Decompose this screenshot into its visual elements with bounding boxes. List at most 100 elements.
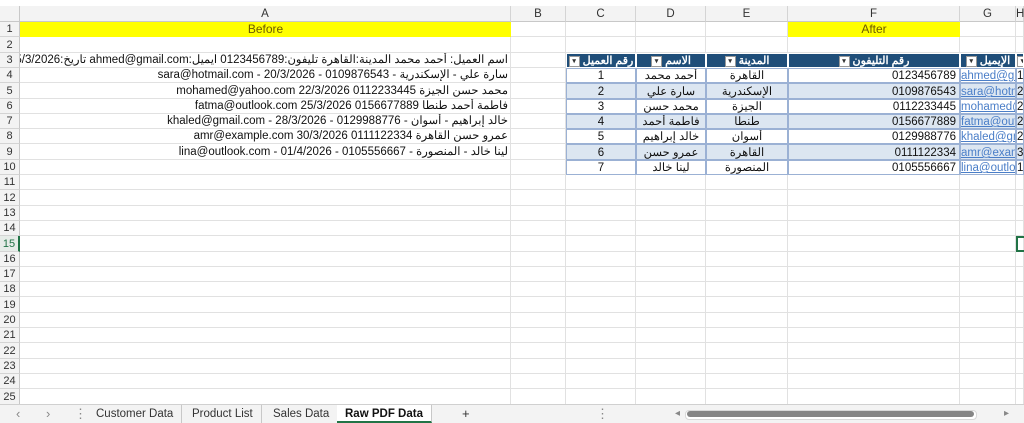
raw-data-line[interactable]: سارة علي - الإسكندرية - 0109876543 - 20/… [20, 68, 511, 83]
table-cell-date: 28/3/2026 [1016, 129, 1024, 144]
table-header-city[interactable]: ▾ المدينة [706, 53, 788, 68]
table-header-label: الإيميل [979, 55, 1011, 67]
row-header-16[interactable]: 16 [0, 252, 20, 267]
table-cell-email[interactable]: fatma@outlook.com [960, 114, 1016, 129]
scroll-left-icon[interactable]: ◂ [675, 405, 680, 423]
after-label: After [788, 22, 960, 37]
table-header-phone[interactable]: ▾ رقم التليفون [788, 53, 960, 68]
select-all-corner[interactable] [0, 6, 20, 22]
more-options-icon[interactable]: ⋮ [74, 405, 87, 423]
row-header-7[interactable]: 7 [0, 114, 20, 129]
table-cell-date: 15/3/2026 [1016, 68, 1024, 83]
table-cell-email[interactable]: amr@example.com [960, 144, 1016, 160]
scroll-right-icon[interactable]: ▸ [1004, 405, 1009, 423]
row-header-6[interactable]: 6 [0, 99, 20, 114]
column-header-e[interactable]: E [706, 6, 788, 22]
row-header-17[interactable]: 17 [0, 267, 20, 282]
raw-data-line[interactable]: عمرو حسن القاهرة 0111122334 30/3/2026 am… [20, 129, 511, 144]
row-header-12[interactable]: 12 [0, 190, 20, 206]
row-header-23[interactable]: 23 [0, 359, 20, 374]
filter-dropdown-icon[interactable]: ▾ [965, 55, 977, 67]
row-header-20[interactable]: 20 [0, 313, 20, 328]
column-header-h[interactable]: H [1016, 6, 1024, 22]
raw-data-line[interactable]: لينا خالد - المنصورة - 0105556667 - 01/4… [20, 144, 511, 160]
row-header-13[interactable]: 13 [0, 206, 20, 221]
row-header-21[interactable]: 21 [0, 328, 20, 343]
selected-cell[interactable] [1016, 236, 1024, 252]
table-header-id[interactable]: ▾ رقم العميل [566, 53, 636, 68]
row-header-5[interactable]: 5 [0, 83, 20, 99]
gridline-horizontal [20, 205, 1024, 206]
table-cell-city: الجيزة [706, 99, 788, 114]
table-cell-email[interactable]: ahmed@gmail.com [960, 68, 1016, 83]
row-header-2[interactable]: 2 [0, 37, 20, 53]
gridline-horizontal [20, 327, 1024, 328]
row-header-11[interactable]: 11 [0, 175, 20, 190]
tab-raw-pdf-data[interactable]: Raw PDF Data [337, 405, 432, 423]
row-header-18[interactable]: 18 [0, 282, 20, 297]
prev-sheet-icon[interactable]: ‹ [16, 405, 20, 423]
gridline-horizontal [20, 388, 1024, 389]
gridline-horizontal [20, 235, 1024, 236]
column-header-b[interactable]: B [511, 6, 566, 22]
tab-customer-data[interactable]: Customer Data [88, 405, 183, 423]
table-cell-email[interactable]: sara@hotmail.com [960, 83, 1016, 99]
column-header-f[interactable]: F [788, 6, 960, 22]
raw-data-line[interactable]: محمد حسن الجيزة 0112233445 22/3/2026 moh… [20, 83, 511, 99]
table-cell-id: 4 [566, 114, 636, 129]
gridline-horizontal [20, 266, 1024, 267]
raw-data-line[interactable]: اسم العميل: أحمد محمد المدينة:القاهرة تل… [20, 53, 511, 68]
table-cell-date: 30/3/2026 [1016, 144, 1024, 160]
table-cell-city: أسوان [706, 129, 788, 144]
row-header-1[interactable]: 1 [0, 22, 20, 37]
column-header-c[interactable]: C [566, 6, 636, 22]
row-header-25[interactable]: 25 [0, 389, 20, 404]
tab-sales-data[interactable]: Sales Data [265, 405, 339, 423]
table-cell-email[interactable]: mohamed@yahoo.com [960, 99, 1016, 114]
next-sheet-icon[interactable]: › [46, 405, 50, 423]
filter-dropdown-icon[interactable]: ▾ [651, 55, 663, 67]
add-sheet-button[interactable]: + [462, 405, 470, 423]
filter-dropdown-icon[interactable]: ▾ [838, 55, 850, 67]
table-cell-date: 1/4/2026 [1016, 160, 1024, 175]
table-cell-email[interactable]: lina@outlook.com [960, 160, 1016, 175]
raw-data-line[interactable]: فاطمة أحمد طنطا 0156677889 25/3/2026 fat… [20, 99, 511, 114]
gridline-horizontal [20, 312, 1024, 313]
row-header-10[interactable]: 10 [0, 160, 20, 175]
column-header-g[interactable]: G [960, 6, 1016, 22]
table-header-email[interactable]: ▾ الإيميل [960, 53, 1016, 68]
column-header-d[interactable]: D [636, 6, 706, 22]
horizontal-scrollbar-thumb[interactable] [687, 411, 974, 417]
row-header-24[interactable]: 24 [0, 374, 20, 389]
filter-dropdown-icon[interactable]: ▾ [1017, 55, 1023, 67]
table-cell-name: لينا خالد [636, 160, 706, 175]
table-header-name[interactable]: ▾ الاسم [636, 53, 706, 68]
row-header-3[interactable]: 3 [0, 53, 20, 68]
raw-data-line[interactable]: خالد إبراهيم - أسوان - 0129988776 - 28/3… [20, 114, 511, 129]
table-cell-city: القاهرة [706, 144, 788, 160]
table-header-label: الاسم [665, 55, 691, 67]
row-header-14[interactable]: 14 [0, 221, 20, 236]
row-header-15[interactable]: 15 [0, 236, 20, 252]
table-cell-phone: 0105556667 [788, 160, 960, 175]
row-header-9[interactable]: 9 [0, 144, 20, 160]
more-sheet-options-icon[interactable]: ⋮ [596, 405, 609, 423]
table-header-date[interactable]: ▾التاريخ [1016, 53, 1024, 68]
filter-dropdown-icon[interactable]: ▾ [568, 55, 580, 67]
row-header-8[interactable]: 8 [0, 129, 20, 144]
table-cell-name: عمرو حسن [636, 144, 706, 160]
column-header-a[interactable]: A [20, 6, 511, 22]
tab-product-list[interactable]: Product List [184, 405, 262, 423]
row-header-19[interactable]: 19 [0, 297, 20, 313]
row-header-4[interactable]: 4 [0, 68, 20, 83]
gridline-horizontal [20, 296, 1024, 297]
table-cell-date: 25/3/2026 [1016, 114, 1024, 129]
filter-dropdown-icon[interactable]: ▾ [724, 55, 736, 67]
table-cell-name: فاطمة أحمد [636, 114, 706, 129]
table-cell-id: 3 [566, 99, 636, 114]
gridline-horizontal [20, 358, 1024, 359]
spreadsheet-grid[interactable]: A B C D E F G H 1 2 3 4 5 6 7 8 9 10 11 12 13 14 15 16 17 18 19 20 2… [0, 0, 1024, 404]
sheet-tab-bar: ‹ › ⋮ Customer Data Product List Sales D… [0, 404, 1024, 423]
table-cell-email[interactable]: khaled@gmail.com [960, 129, 1016, 144]
row-header-22[interactable]: 22 [0, 343, 20, 359]
